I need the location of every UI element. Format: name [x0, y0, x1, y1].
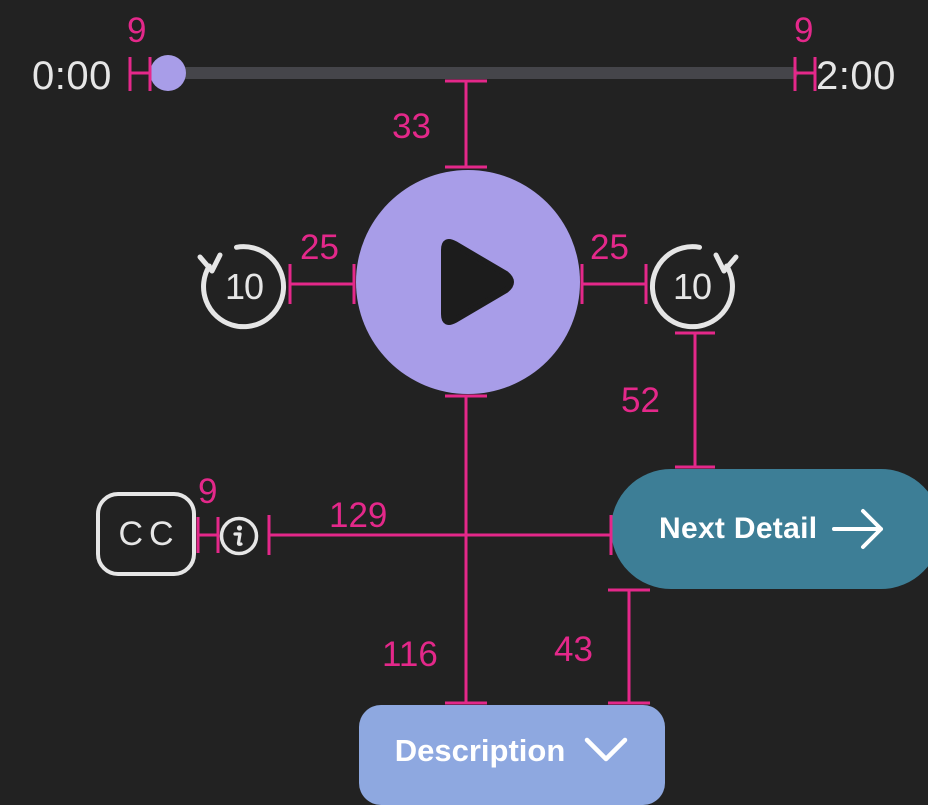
skip-forward-button[interactable]: 10 — [644, 238, 740, 334]
slider-left-gap-value: 9 — [127, 11, 147, 50]
progress-track[interactable] — [166, 67, 798, 79]
skip-forward-label: 10 — [672, 266, 712, 307]
info-button[interactable] — [219, 516, 259, 556]
next-detail-label: Next Detail — [659, 512, 818, 545]
skip-back-label: 10 — [224, 266, 264, 307]
closed-captions-button[interactable]: CC — [96, 492, 196, 576]
next-to-description-value: 43 — [554, 630, 593, 669]
arrow-right-icon — [832, 509, 884, 549]
spacing-annotations — [128, 57, 817, 705]
info-to-next-value: 129 — [329, 496, 388, 535]
play-to-description-value: 116 — [382, 635, 438, 674]
cc-to-info-value: 9 — [198, 472, 218, 511]
play-button[interactable] — [356, 170, 580, 394]
media-player-screen: 0:00 2:00 10 10 CC Next Detail Descripti… — [0, 0, 928, 805]
next-detail-button[interactable]: Next Detail — [611, 469, 928, 589]
info-icon — [219, 516, 259, 556]
description-button[interactable]: Description — [359, 705, 665, 805]
skip-forward-gap-value: 25 — [590, 228, 629, 267]
elapsed-time: 0:00 — [32, 54, 112, 98]
skip-back-button[interactable]: 10 — [196, 238, 292, 334]
total-time: 2:00 — [816, 54, 896, 98]
progress-thumb[interactable] — [150, 55, 186, 91]
slider-right-gap-value: 9 — [794, 11, 814, 50]
skip-back-gap-value: 25 — [300, 228, 339, 267]
description-label: Description — [394, 733, 566, 768]
skip-to-next-value: 52 — [621, 381, 660, 420]
slider-to-play-value: 33 — [392, 107, 431, 146]
play-icon — [441, 239, 514, 325]
chevron-down-icon — [585, 737, 628, 762]
